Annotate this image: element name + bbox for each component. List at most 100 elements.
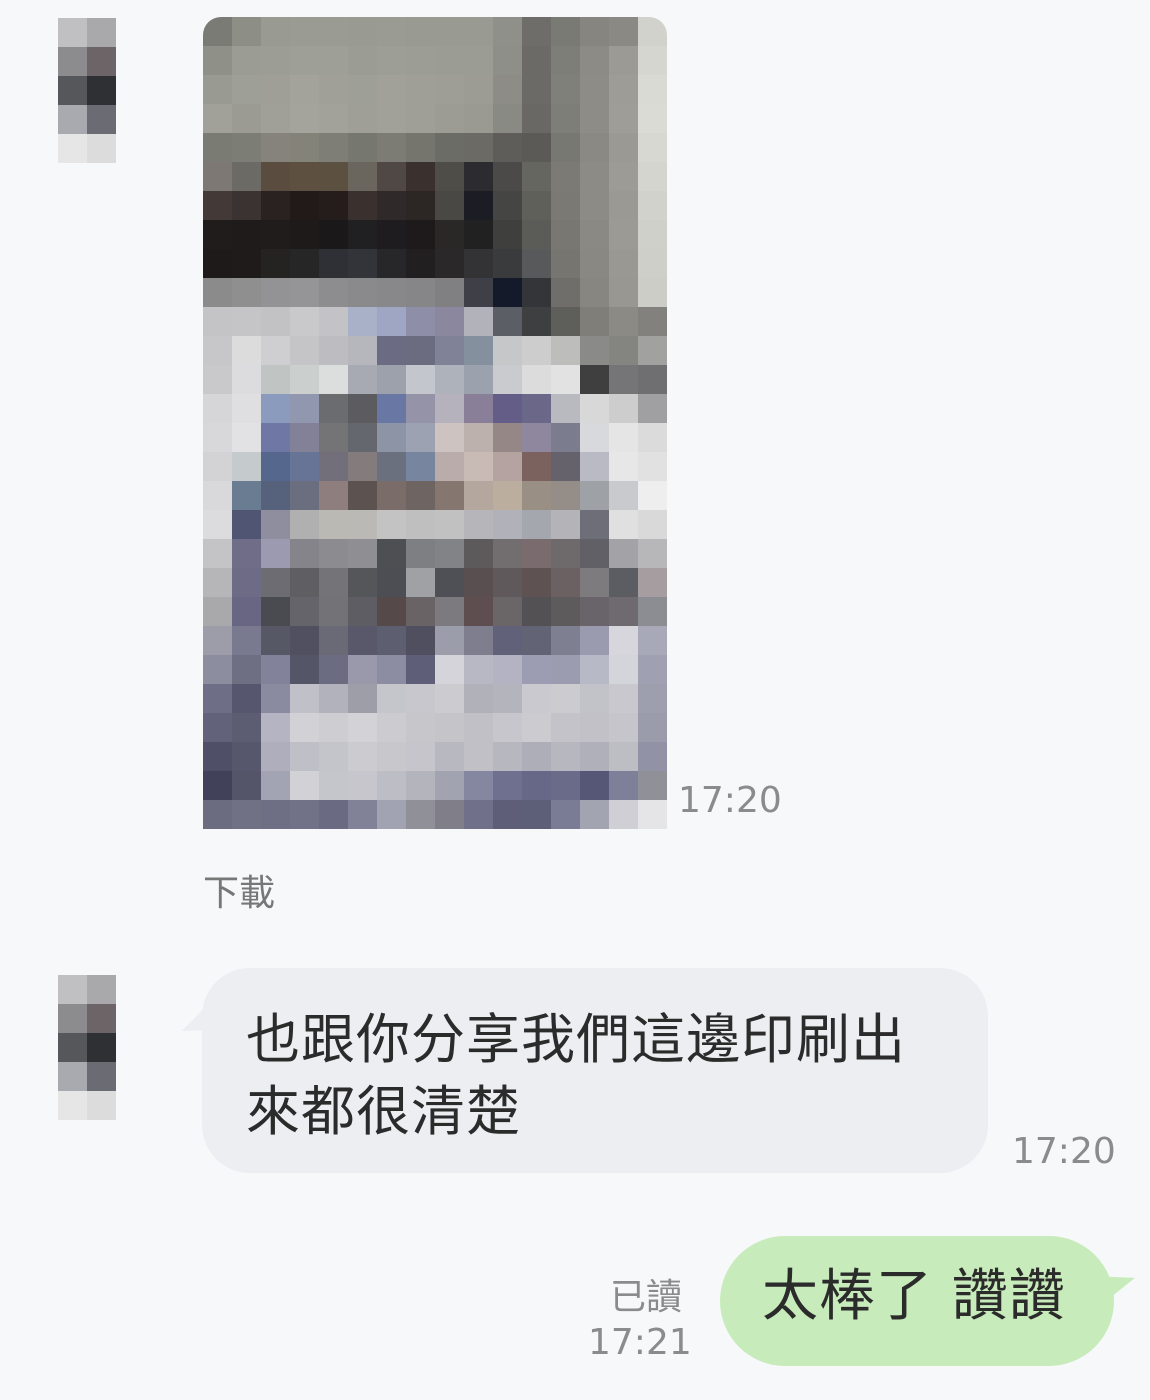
photo-pixel xyxy=(464,423,493,452)
avatar-pixel xyxy=(58,1004,87,1033)
photo-pixel xyxy=(348,713,377,742)
photo-pixel xyxy=(348,365,377,394)
photo-pixel xyxy=(580,597,609,626)
photo-pixel xyxy=(638,481,667,510)
photo-pixel xyxy=(638,336,667,365)
sender-avatar[interactable] xyxy=(58,975,116,1120)
photo-pixel xyxy=(522,278,551,307)
photo-pixel xyxy=(290,365,319,394)
avatar-pixel xyxy=(87,18,116,47)
photo-pixel xyxy=(203,452,232,481)
avatar-pixel xyxy=(87,975,116,1004)
photo-pixel xyxy=(435,800,464,829)
photo-pixel xyxy=(319,771,348,800)
photo-pixel xyxy=(203,133,232,162)
photo-pixel xyxy=(493,568,522,597)
photo-pixel xyxy=(406,771,435,800)
photo-pixel xyxy=(609,713,638,742)
photo-pixel xyxy=(609,510,638,539)
photo-pixel xyxy=(290,220,319,249)
photo-pixel xyxy=(261,220,290,249)
photo-pixel xyxy=(261,249,290,278)
photo-pixel xyxy=(580,539,609,568)
photo-pixel xyxy=(232,626,261,655)
photo-pixel xyxy=(348,800,377,829)
photo-pixel xyxy=(580,713,609,742)
photo-pixel xyxy=(406,104,435,133)
photo-pixel xyxy=(638,133,667,162)
avatar-pixel xyxy=(58,76,87,105)
photo-pixel xyxy=(435,220,464,249)
photo-pixel xyxy=(406,597,435,626)
photo-pixel xyxy=(406,278,435,307)
outgoing-message-bubble[interactable]: 太棒了 讚讚 xyxy=(720,1236,1114,1366)
photo-pixel xyxy=(377,307,406,336)
photo-pixel xyxy=(377,626,406,655)
photo-pixel xyxy=(290,162,319,191)
photo-pixel xyxy=(319,626,348,655)
photo-pixel xyxy=(493,220,522,249)
photo-pixel xyxy=(319,481,348,510)
photo-pixel xyxy=(522,191,551,220)
photo-pixel xyxy=(232,336,261,365)
sender-avatar[interactable] xyxy=(58,18,116,163)
avatar-pixel xyxy=(87,1062,116,1091)
photo-pixel xyxy=(609,278,638,307)
photo-pixel xyxy=(551,104,580,133)
photo-pixel xyxy=(435,104,464,133)
photo-pixel xyxy=(261,597,290,626)
photo-pixel xyxy=(348,626,377,655)
photo-pixel xyxy=(638,307,667,336)
photo-pixel xyxy=(232,17,261,46)
photo-pixel xyxy=(406,249,435,278)
photo-pixel xyxy=(290,510,319,539)
photo-pixel xyxy=(522,771,551,800)
photo-pixel xyxy=(203,481,232,510)
photo-pixel xyxy=(406,742,435,771)
photo-pixel xyxy=(609,133,638,162)
photo-pixel xyxy=(580,307,609,336)
photo-pixel xyxy=(609,626,638,655)
avatar-pixel xyxy=(87,105,116,134)
photo-pixel xyxy=(551,249,580,278)
avatar-pixel xyxy=(87,1091,116,1120)
photo-pixel xyxy=(464,800,493,829)
photo-pixel xyxy=(261,684,290,713)
photo-pixel xyxy=(319,104,348,133)
photo-pixel xyxy=(522,220,551,249)
photo-pixel xyxy=(638,510,667,539)
photo-pixel xyxy=(406,191,435,220)
photo-pixel xyxy=(522,800,551,829)
photo-pixel xyxy=(464,452,493,481)
download-link[interactable]: 下載 xyxy=(203,864,275,916)
photo-pixel xyxy=(493,104,522,133)
incoming-message-bubble[interactable]: 也跟你分享我們這邊印刷出來都很清楚 xyxy=(202,968,988,1173)
photo-pixel xyxy=(522,713,551,742)
photo-pixel xyxy=(261,365,290,394)
photo-pixel xyxy=(232,46,261,75)
photo-pixel xyxy=(406,46,435,75)
photo-pixel xyxy=(551,133,580,162)
photo-pixel xyxy=(493,452,522,481)
photo-pixel xyxy=(609,104,638,133)
photo-pixel xyxy=(435,249,464,278)
photo-pixel xyxy=(580,249,609,278)
photo-pixel xyxy=(522,626,551,655)
avatar-pixel xyxy=(87,1033,116,1062)
photo-pixel xyxy=(435,742,464,771)
photo-pixel xyxy=(435,655,464,684)
photo-pixel xyxy=(435,481,464,510)
photo-pixel xyxy=(580,626,609,655)
photo-pixel xyxy=(638,162,667,191)
photo-pixel xyxy=(377,742,406,771)
avatar-pixel xyxy=(58,975,87,1004)
photo-pixel xyxy=(232,394,261,423)
shared-photo[interactable] xyxy=(203,17,667,829)
message-time: 17:20 xyxy=(1012,1131,1116,1172)
photo-pixel xyxy=(232,191,261,220)
photo-pixel xyxy=(319,597,348,626)
photo-pixel xyxy=(522,162,551,191)
photo-pixel xyxy=(261,742,290,771)
photo-pixel xyxy=(203,278,232,307)
photo-pixel xyxy=(638,771,667,800)
